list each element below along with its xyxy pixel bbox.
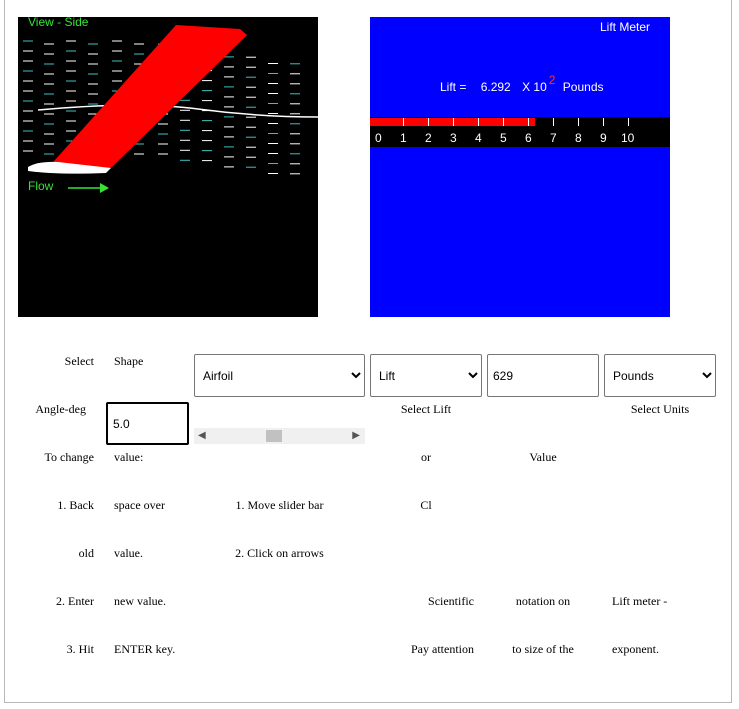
meter-tick: [603, 118, 604, 126]
instruction-text: 1. Back: [57, 498, 94, 512]
meter-bar: 0 1 2 3 4 5 6 7 8 9 10: [370, 117, 670, 147]
meter-tick-label: 7: [550, 131, 557, 145]
meter-tick: [578, 118, 579, 126]
lift-select[interactable]: Lift: [370, 354, 482, 397]
meter-tick-label: 4: [475, 131, 482, 145]
instruction-text: to size of the: [512, 642, 574, 656]
meter-tick-label: 3: [450, 131, 457, 145]
meter-tick-label: 2: [425, 131, 432, 145]
side-view-canvas: [23, 25, 318, 193]
lift-value-field[interactable]: [487, 354, 599, 397]
lift-multiplier: X 10: [522, 80, 547, 94]
lift-mantissa: 6.292: [480, 80, 511, 94]
shape-label: Shape: [114, 354, 144, 368]
instruction-text: Value: [529, 450, 557, 464]
meter-tick: [503, 118, 504, 126]
select-label: Select: [64, 354, 94, 368]
shape-select[interactable]: Airfoil: [194, 354, 365, 397]
meter-tick: [428, 118, 429, 126]
angle-field[interactable]: [106, 402, 189, 445]
instruction-text: new value.: [114, 594, 166, 608]
lift-readout: Lift = 6.292 X 10 2 Pounds: [440, 73, 604, 94]
instruction-text: space over: [114, 498, 165, 512]
meter-tick-label: 5: [500, 131, 507, 145]
instruction-text: value:: [114, 450, 144, 464]
side-view-panel: View - Side Flow: [18, 17, 318, 317]
meter-tick-label: 0: [375, 131, 382, 145]
instruction-text: 2. Click on arrows: [235, 546, 324, 560]
instruction-text: or: [421, 450, 431, 464]
meter-tick: [528, 118, 529, 126]
angle-slider[interactable]: ◀ ▶: [194, 428, 365, 444]
meter-tick: [628, 118, 629, 126]
flow-label: Flow: [28, 179, 54, 193]
instruction-text: 2. Enter: [56, 594, 94, 608]
airfoil-shape: [46, 25, 247, 170]
meter-tick-label: 6: [525, 131, 532, 145]
meter-tick-label: 1: [400, 131, 407, 145]
select-units-label: Select Units: [630, 402, 690, 416]
meter-tick: [403, 118, 404, 126]
streamline: [37, 104, 318, 118]
meter-tick-label: 9: [600, 131, 607, 145]
instruction-text: exponent.: [612, 642, 659, 656]
lift-meter-panel: Lift Meter Lift = 6.292 X 10 2 Pounds 012…: [370, 17, 670, 317]
slider-thumb[interactable]: [265, 430, 282, 442]
flow-arrow-head: [100, 183, 109, 193]
instruction-text: Pay attention: [411, 642, 474, 656]
instruction-text: Lift meter -: [612, 594, 668, 608]
lift-label: Lift =: [440, 80, 467, 94]
meter-title: Lift Meter: [599, 20, 650, 34]
instruction-text: 3. Hit: [66, 642, 94, 656]
meter-tick: [453, 118, 454, 126]
instruction-text: Scientific: [428, 594, 474, 608]
instruction-text: ENTER key.: [114, 642, 176, 656]
angle-label: Angle-deg: [35, 402, 86, 416]
instruction-text: value.: [114, 546, 143, 560]
meter-tick: [553, 118, 554, 126]
lift-units: Pounds: [562, 80, 604, 94]
instruction-text: notation on: [515, 594, 571, 608]
instruction-text: Cl: [420, 498, 432, 512]
meter-tick-label: 8: [575, 131, 582, 145]
select-lift-label: Select Lift: [400, 402, 452, 416]
slider-right-arrow-icon[interactable]: ▶: [352, 430, 360, 441]
slider-left-arrow-icon[interactable]: ◀: [198, 430, 206, 441]
meter-tick: [478, 118, 479, 126]
instruction-text: old: [78, 546, 94, 560]
view-label: View - Side: [28, 17, 89, 29]
instruction-text: To change: [44, 450, 94, 464]
units-select[interactable]: Pounds: [604, 354, 716, 397]
lift-exponent: 2: [548, 73, 556, 87]
meter-tick-label: 10: [621, 131, 635, 145]
instruction-text: 1. Move slider bar: [235, 498, 324, 512]
